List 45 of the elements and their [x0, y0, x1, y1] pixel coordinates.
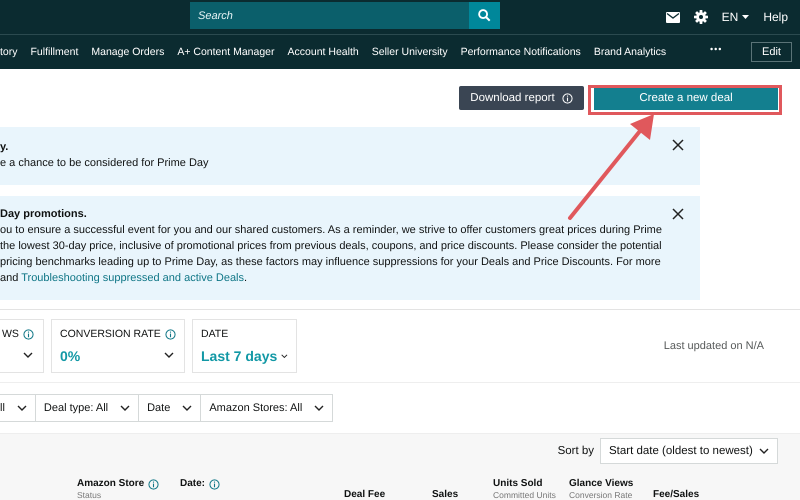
metric-card[interactable]: DATE Last 7 days: [192, 319, 297, 373]
search-field[interactable]: Search: [190, 2, 469, 29]
last-updated-text: Last updated on N/A: [664, 340, 764, 352]
metric-label: CONVERSION RATE: [60, 328, 161, 340]
troubleshooting-link[interactable]: Troubleshooting suppressed and active Deals: [21, 272, 244, 284]
metric-value: 0%: [60, 348, 80, 364]
create-deal-button[interactable]: Create a new deal: [594, 86, 778, 110]
column-header: Units Sold: [493, 478, 542, 490]
column-header: Fee/Sales: [653, 489, 700, 500]
metric-label: DATE: [201, 328, 228, 340]
column-header: Amazon Store: [77, 478, 144, 490]
nav-item[interactable]: Manage Orders: [91, 46, 164, 58]
banner-title: y.: [0, 140, 8, 155]
filter-dropdown[interactable]: ll: [0, 394, 36, 422]
column-header: Glance Views: [569, 478, 634, 490]
banner-title: Day promotions.: [0, 207, 87, 222]
banner-text: ou to ensure a successful event for you and our shared customers. As a reminder, we strive to offer customers great prices during Prime the lowest 30-day price, inclusive of promotional prices from previous deals, coupons, and price discounts. Please consider the potential pricing benchmarks leading up to Prime Day, as these factors may influence suppressions for your Deals and Price Discounts. For more and Troubleshooting suppressed and active Deals.: [0, 223, 663, 286]
metric-label: WS: [2, 328, 19, 340]
download-report-button[interactable]: Download report: [459, 86, 584, 110]
nav-item[interactable]: Seller University: [372, 46, 448, 58]
sort-dropdown[interactable]: Start date (oldest to newest): [600, 438, 778, 464]
column-subheader: Conversion Rate: [569, 490, 634, 500]
column-header: Sales: [432, 489, 458, 500]
metric-card[interactable]: CONVERSION RATE 0%: [51, 319, 185, 373]
nav-item[interactable]: Brand Analytics: [594, 46, 666, 58]
banner-text: e a chance to be considered for Prime Day: [0, 156, 210, 171]
nav-item[interactable]: Fulfillment: [30, 46, 78, 58]
metric-value: Last 7 days: [201, 348, 278, 364]
language-selector[interactable]: EN: [722, 10, 750, 24]
nav-item[interactable]: tory: [0, 46, 18, 58]
filter-dropdown[interactable]: Date: [138, 394, 202, 422]
sort-label: Sort by: [558, 445, 594, 457]
edit-button[interactable]: Edit: [751, 42, 792, 62]
filter-dropdown[interactable]: Deal type: All: [34, 394, 140, 422]
nav-item[interactable]: Account Health: [288, 46, 359, 58]
column-header: Deal Fee: [344, 489, 386, 500]
nav-item[interactable]: A+ Content Manager: [177, 46, 275, 58]
column-header: Date:: [180, 478, 206, 490]
metric-card[interactable]: WS: [0, 319, 44, 373]
help-link[interactable]: Help: [763, 10, 788, 24]
more-menu[interactable]: •••: [710, 44, 722, 54]
column-subheader: Status: [77, 490, 102, 500]
column-subheader: Committed Units: [493, 490, 556, 500]
filter-dropdown[interactable]: Amazon Stores: All: [200, 394, 334, 422]
nav-item[interactable]: Performance Notifications: [460, 46, 581, 58]
